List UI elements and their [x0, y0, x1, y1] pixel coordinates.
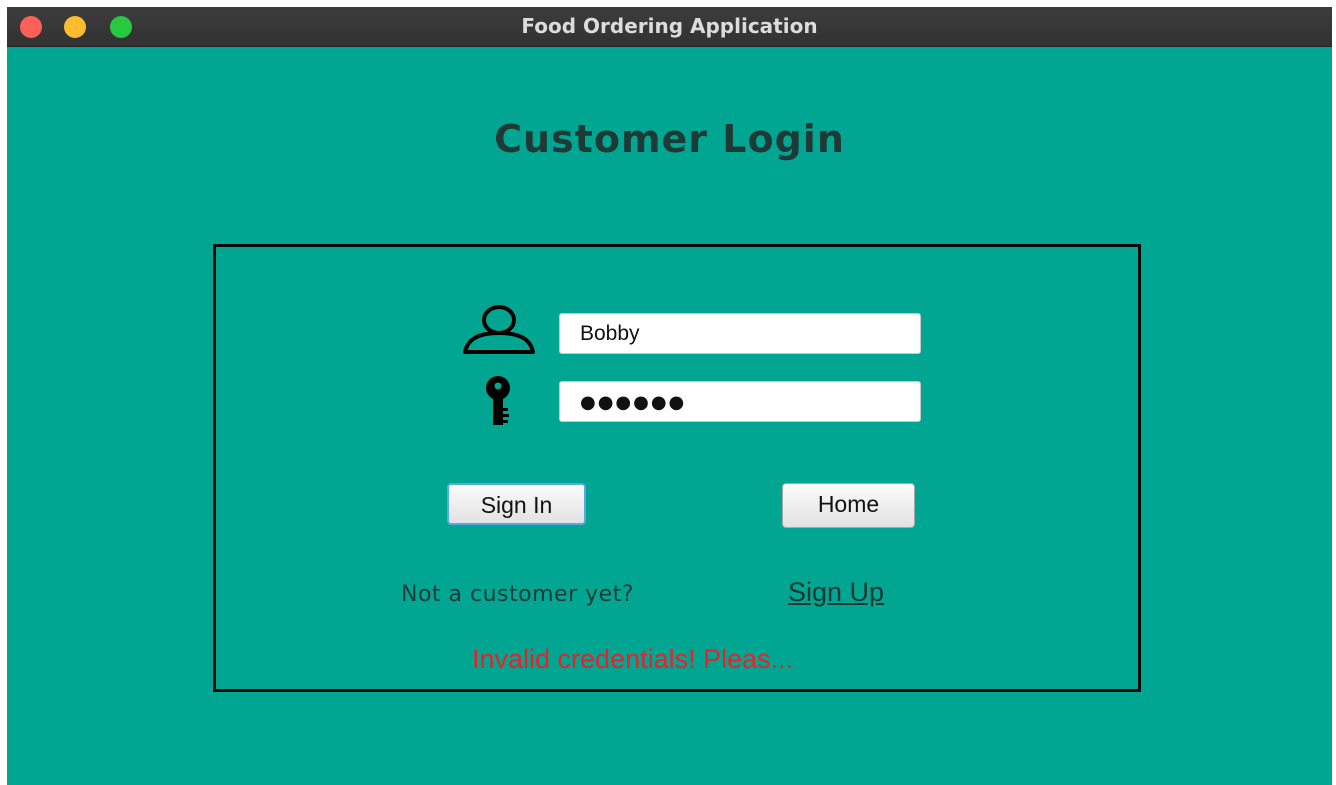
sign-up-link[interactable]: Sign Up: [788, 577, 884, 608]
user-icon: [462, 304, 536, 356]
key-icon: [480, 375, 516, 427]
window-title: Food Ordering Application: [521, 14, 818, 38]
signup-prompt: Not a customer yet?: [401, 582, 634, 607]
title-bar[interactable]: Food Ordering Application: [7, 7, 1332, 47]
home-button[interactable]: Home: [782, 483, 915, 528]
login-panel: ●●●●●● Sign In Home Not a customer yet? …: [213, 244, 1141, 692]
app-window: Food Ordering Application Customer Login…: [7, 7, 1332, 785]
sign-in-button[interactable]: Sign In: [447, 483, 586, 525]
page-title: Customer Login: [494, 117, 845, 161]
error-message: Invalid credentials! Pleas...: [472, 644, 794, 674]
password-field[interactable]: ●●●●●●: [559, 381, 921, 422]
username-field[interactable]: [559, 313, 921, 354]
